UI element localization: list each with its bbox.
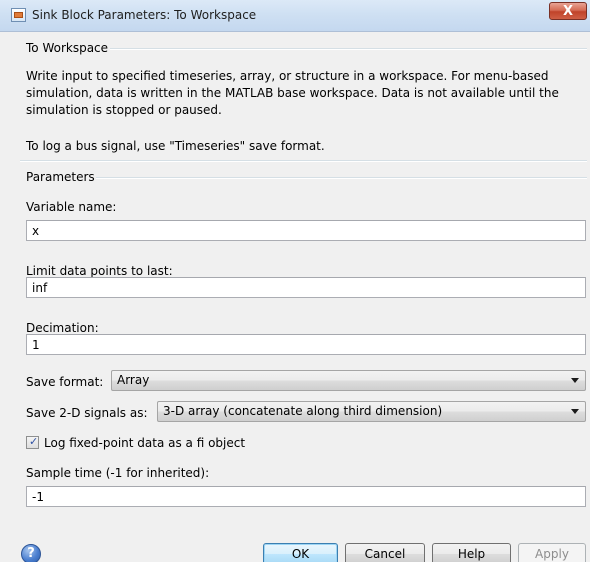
save-2d-dropdown[interactable]: 3-D array (concatenate along third dimen…: [157, 401, 586, 422]
sample-time-input[interactable]: [26, 486, 586, 507]
variable-name-input[interactable]: [26, 220, 586, 241]
title-bar[interactable]: Sink Block Parameters: To Workspace X: [0, 0, 590, 32]
chevron-down-icon: [571, 378, 579, 383]
block-description: Write input to specified timeseries, arr…: [26, 69, 559, 117]
group-divider: [110, 48, 587, 50]
apply-button[interactable]: Apply: [518, 543, 586, 562]
block-group-title: To Workspace: [26, 41, 109, 55]
limit-points-label: Limit data points to last:: [26, 264, 173, 278]
ok-button[interactable]: OK: [263, 543, 338, 562]
save-format-dropdown[interactable]: Array: [111, 370, 586, 391]
window-title: Sink Block Parameters: To Workspace: [32, 8, 257, 22]
simulink-block-icon: [11, 8, 26, 22]
help-button[interactable]: Help: [432, 543, 511, 562]
decimation-input[interactable]: [26, 334, 586, 355]
chevron-down-icon: [571, 409, 579, 414]
cancel-button[interactable]: Cancel: [345, 543, 425, 562]
save-2d-label: Save 2-D signals as:: [26, 406, 148, 420]
help-circle-icon[interactable]: ?: [21, 544, 41, 562]
close-icon: X: [562, 4, 574, 19]
variable-name-label: Variable name:: [26, 200, 117, 214]
limit-points-input[interactable]: [26, 277, 586, 298]
section-separator: [20, 160, 587, 162]
log-fixed-point-label[interactable]: Log fixed-point data as a fi object: [44, 436, 245, 450]
save-2d-value: 3-D array (concatenate along third dimen…: [163, 404, 443, 418]
group-divider: [96, 177, 587, 179]
dialog-window: Sink Block Parameters: To Workspace X To…: [0, 0, 590, 562]
log-fixed-point-checkbox[interactable]: ✓: [26, 435, 39, 449]
close-button[interactable]: X: [549, 2, 587, 20]
save-format-value: Array: [117, 373, 150, 387]
save-format-label: Save format:: [26, 375, 104, 389]
sample-time-label: Sample time (-1 for inherited):: [26, 466, 210, 480]
parameters-group-title: Parameters: [26, 170, 95, 184]
checkmark-icon: ✓: [29, 435, 39, 448]
bus-note: To log a bus signal, use "Timeseries" sa…: [26, 139, 325, 153]
decimation-label: Decimation:: [26, 321, 99, 335]
